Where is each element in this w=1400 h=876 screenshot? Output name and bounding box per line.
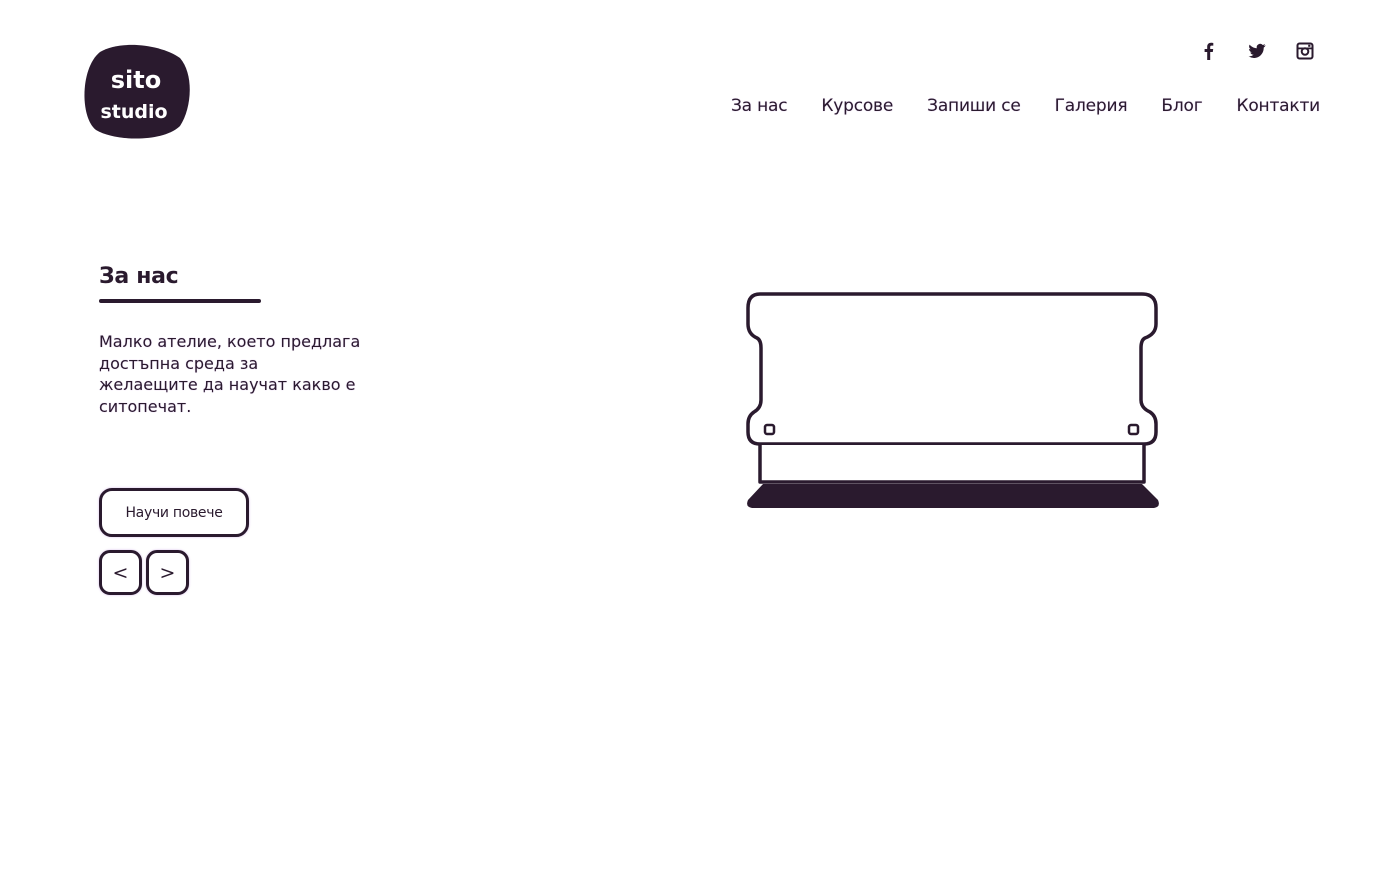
social-links xyxy=(1198,40,1316,62)
nav-item-gallery[interactable]: Галерия xyxy=(1055,96,1128,116)
page: sito studio За нас Курсове Запиши се Гал… xyxy=(0,0,1400,876)
instagram-icon[interactable] xyxy=(1294,40,1316,62)
nav-item-signup[interactable]: Запиши се xyxy=(927,96,1021,116)
prev-button[interactable]: < xyxy=(99,550,142,595)
logo-text-line2: studio xyxy=(100,101,167,123)
facebook-icon[interactable] xyxy=(1198,40,1220,62)
about-section: За нас Малко ателие, което предлага дост… xyxy=(99,264,369,417)
about-title: За нас xyxy=(99,264,179,289)
sito-studio-logo[interactable]: sito studio xyxy=(80,44,192,140)
about-description: Малко ателие, което предлага достъпна ср… xyxy=(99,332,361,416)
nav-item-contacts[interactable]: Контакти xyxy=(1236,96,1320,116)
squeegee-illustration xyxy=(740,288,1168,516)
logo-mark: sito studio xyxy=(84,44,190,139)
main-nav: За нас Курсове Запиши се Галерия Блог Ко… xyxy=(731,96,1320,116)
nav-item-blog[interactable]: Блог xyxy=(1161,96,1202,116)
next-button[interactable]: > xyxy=(146,550,189,595)
twitter-icon[interactable] xyxy=(1246,40,1268,62)
nav-item-about[interactable]: За нас xyxy=(731,96,788,116)
logo-text-line1: sito xyxy=(111,66,161,94)
slider-controls: < > xyxy=(99,550,189,595)
title-underline xyxy=(99,299,261,303)
nav-item-courses[interactable]: Курсове xyxy=(821,96,893,116)
learn-more-button[interactable]: Научи повече xyxy=(99,488,249,537)
